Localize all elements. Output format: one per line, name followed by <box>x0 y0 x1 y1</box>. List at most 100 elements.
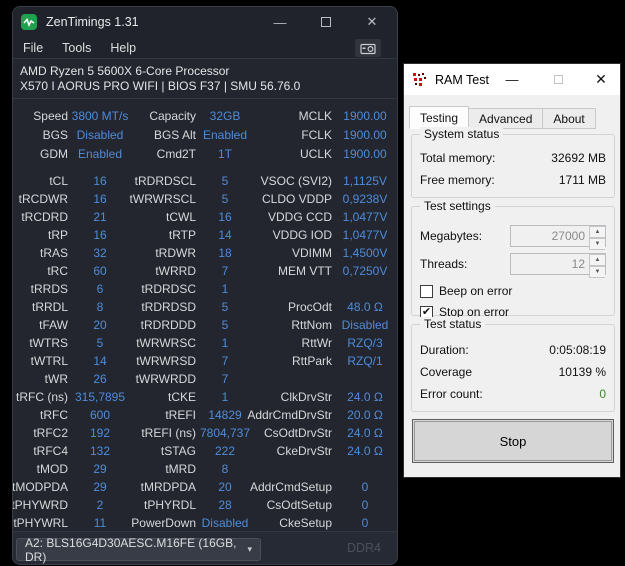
tab-about[interactable]: About <box>543 108 595 129</box>
timing-label: AddrCmdDrvStr <box>247 406 332 424</box>
timing-label: tRFC4 <box>33 442 68 460</box>
test-status-group: Test status Duration:0:05:08:19Coverage1… <box>411 324 615 412</box>
timing-value: 20 <box>93 316 106 334</box>
timing-label: Speed <box>33 107 68 126</box>
table-row: tRFC600tREFI14829AddrCmdDrvStr20.0 Ω <box>14 406 398 424</box>
timing-label: RttNom <box>291 316 332 334</box>
timing-label: UCLK <box>300 145 332 164</box>
spin-down-icon[interactable]: ▼ <box>589 266 605 278</box>
table-row: tRC60tWRRD7MEM VTT0,7250V <box>14 262 398 280</box>
status-value: 0 <box>599 387 606 401</box>
table-row: tRFC4132tSTAG222CkeDrvStr24.0 Ω <box>14 442 398 460</box>
timing-value: 16 <box>93 172 106 190</box>
menu-help[interactable]: Help <box>101 41 145 55</box>
timing-label: BGS Alt <box>154 126 196 145</box>
timing-label: tRP <box>48 226 68 244</box>
table-row: tWR26tWRWRDD7 <box>14 370 398 388</box>
timing-label: CkeDrvStr <box>277 442 332 460</box>
table-row: tRFC2192tREFI (ns)7804,737CsOdtDrvStr24.… <box>14 424 398 442</box>
zentimings-window-title: ZenTimings 1.31 <box>46 15 139 29</box>
rt-minimize-button[interactable]: — <box>497 64 527 95</box>
timing-value: 18 <box>218 244 231 262</box>
spin-down-icon[interactable]: ▼ <box>589 238 605 250</box>
timing-value: 7 <box>222 352 229 370</box>
timing-value: Enabled <box>78 145 122 164</box>
beep-on-error-checkbox[interactable]: ✔ <box>420 285 433 298</box>
timing-value: 7 <box>222 262 229 280</box>
rt-close-button[interactable]: ✕ <box>586 64 616 95</box>
timing-value: 1 <box>222 334 229 352</box>
timing-label: tMRD <box>165 460 196 478</box>
timing-value: 21 <box>93 208 106 226</box>
zt-close-button[interactable]: ✕ <box>349 7 395 37</box>
threads-stepper[interactable]: 12 ▲ ▼ <box>510 253 606 275</box>
close-icon: ✕ <box>367 14 378 30</box>
timing-label: tRDRDSC <box>141 280 196 298</box>
menu-file[interactable]: File <box>14 41 52 55</box>
status-label: Coverage <box>420 365 472 379</box>
zt-maximize-button[interactable] <box>303 7 349 37</box>
table-row: tRP16tRTP14VDDG IOD1,0477V <box>14 226 398 244</box>
spin-up-icon[interactable]: ▲ <box>589 226 605 238</box>
dimm-selector-dropdown[interactable]: A2: BLS16G4D30AESC.M16FE (16GB, DR) ▾ <box>16 538 261 561</box>
timing-label: tRFC <box>40 406 68 424</box>
timing-label: VDDG CCD <box>268 208 332 226</box>
rt-maximize-button-disabled <box>543 64 573 95</box>
timing-value: 6 <box>97 280 104 298</box>
timing-value: 1,4500V <box>343 244 388 262</box>
timing-label: BGS <box>43 126 68 145</box>
table-row: tMOD29tMRD8 <box>14 460 398 478</box>
table-row: tPHYWRL11PowerDownDisabledCkeSetup0 <box>14 514 398 532</box>
table-row: tMODPDA29tMRDPDA20AddrCmdSetup0 <box>14 478 398 496</box>
timing-value: 7 <box>222 370 229 388</box>
table-row: tRCDWR16tWRWRSCL5CLDO VDDP0,9238V <box>14 190 398 208</box>
timing-value: 315,7895 <box>75 388 125 406</box>
timing-value: 0,7250V <box>343 262 388 280</box>
timing-label: tFAW <box>39 316 68 334</box>
dimm-selector-value: A2: BLS16G4D30AESC.M16FE (16GB, DR) <box>25 536 247 564</box>
status-label: Error count: <box>420 387 483 401</box>
timing-label: CLDO VDDP <box>262 190 332 208</box>
stop-button[interactable]: Stop <box>412 419 614 463</box>
timing-label: VDIMM <box>292 244 332 262</box>
timing-value: 1,1125V <box>343 172 387 190</box>
timing-value: 1,0477V <box>343 208 388 226</box>
maximize-icon <box>321 17 331 27</box>
zentimings-logo-icon <box>21 14 37 30</box>
timing-label: tSTAG <box>161 442 196 460</box>
timing-value: 16 <box>218 208 231 226</box>
table-row: tWTRL14tWRWRSD7RttParkRZQ/1 <box>14 352 398 370</box>
beep-on-error-label[interactable]: Beep on error <box>439 284 512 298</box>
screenshot-button[interactable] <box>355 39 381 57</box>
timing-label: tRDRDDD <box>141 316 196 334</box>
timing-value: 0 <box>362 514 369 532</box>
megabytes-stepper[interactable]: 27000 ▲ ▼ <box>510 225 606 247</box>
status-value: 32692 MB <box>551 151 606 165</box>
timing-label: tRCDRD <box>21 208 68 226</box>
spin-up-icon[interactable]: ▲ <box>589 254 605 266</box>
timing-value: Disabled <box>342 316 389 334</box>
table-row: tRRDS6tRDRDSC1 <box>14 280 398 298</box>
timing-value: 29 <box>93 478 106 496</box>
board-bios-smu: X570 I AORUS PRO WIFI | BIOS F37 | SMU 5… <box>20 79 397 94</box>
zentimings-titlebar: ZenTimings 1.31 — ✕ <box>13 7 397 37</box>
table-row: tFAW20tRDRDDD5RttNomDisabled <box>14 316 398 334</box>
tab-advanced[interactable]: Advanced <box>469 108 543 129</box>
timing-label: tRDRDSD <box>141 298 196 316</box>
timing-label: ProcOdt <box>288 298 332 316</box>
megabytes-label: Megabytes: <box>420 229 482 243</box>
table-row: tPHYWRD2tPHYRDL28CsOdtSetup0 <box>14 496 398 514</box>
timing-label: VDDG IOD <box>273 226 332 244</box>
status-row: Duration:0:05:08:19 <box>420 339 606 361</box>
tab-testing[interactable]: Testing <box>409 106 469 129</box>
chevron-down-icon: ▾ <box>247 544 252 555</box>
test-settings-title: Test settings <box>420 199 495 213</box>
zt-minimize-button[interactable]: — <box>257 7 303 37</box>
timing-value: 1900.00 <box>343 107 386 126</box>
minimize-icon: — <box>274 15 287 30</box>
menu-tools[interactable]: Tools <box>53 41 100 55</box>
timing-value: 3800 MT/s <box>72 107 129 126</box>
timing-label: tRTP <box>169 226 196 244</box>
ramtest-titlebar: RAM Test — ✕ <box>404 64 620 95</box>
timing-value: Disabled <box>202 514 249 532</box>
